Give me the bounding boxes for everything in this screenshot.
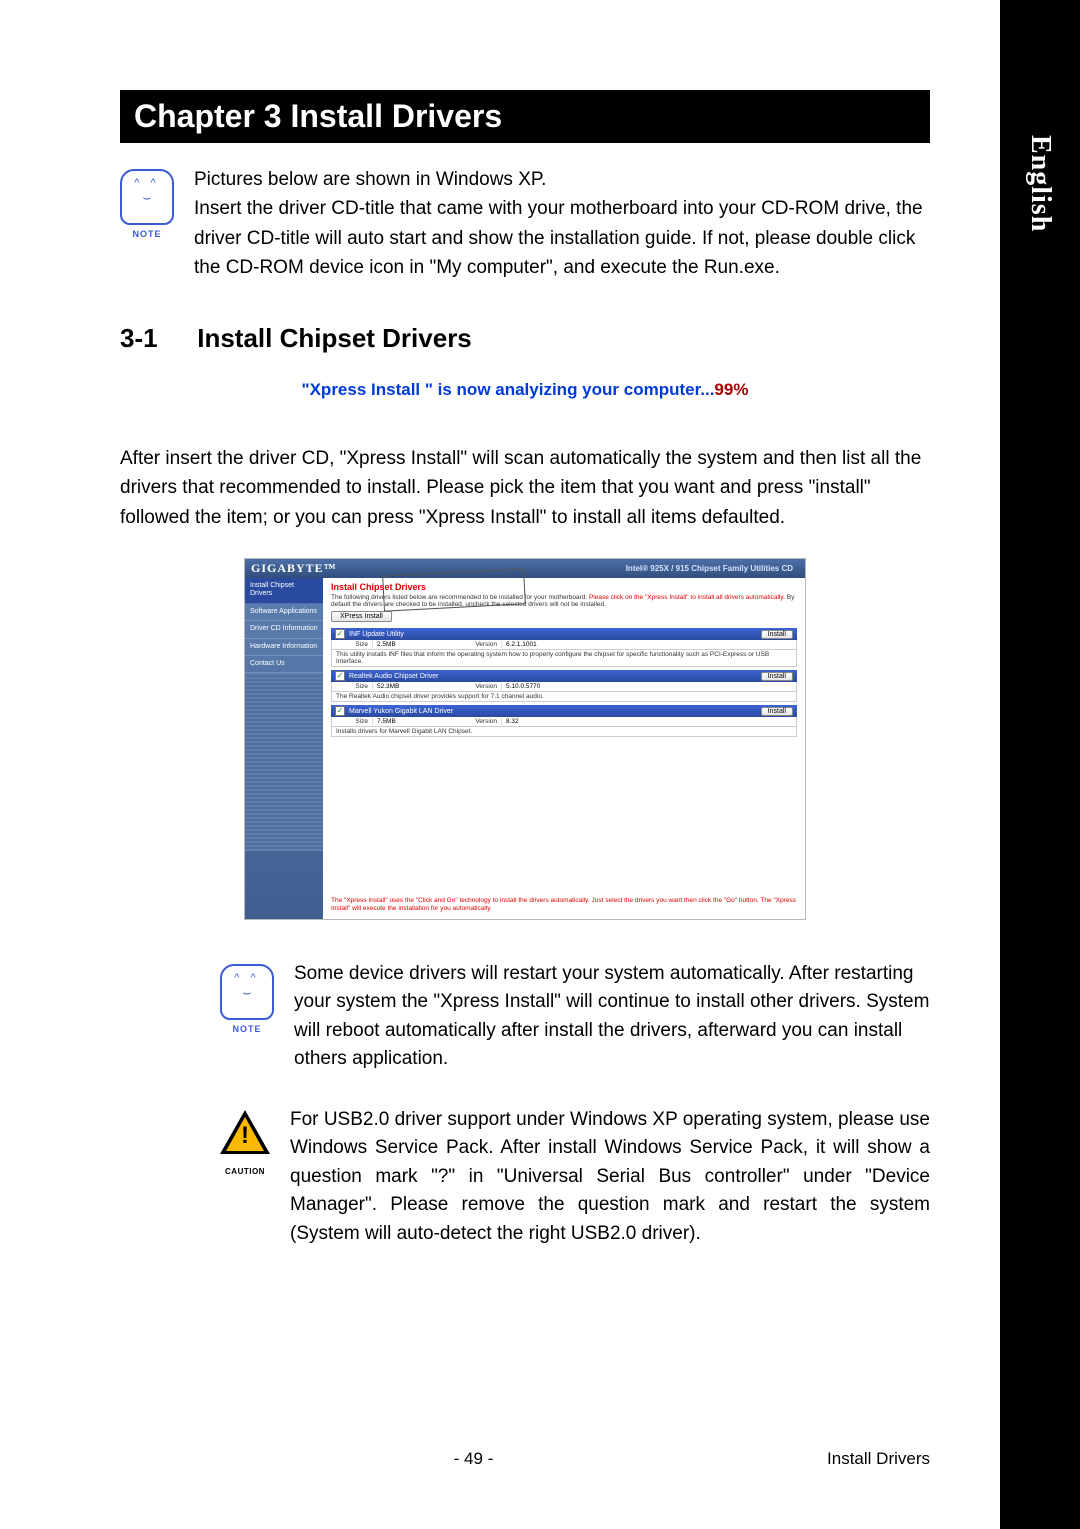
driver-meta: Size52.3MBVersion5.10.0.5770 bbox=[331, 682, 797, 692]
chapter-heading: Chapter 3 Install Drivers bbox=[120, 90, 930, 143]
analyze-status: "Xpress Install " is now analyizing your… bbox=[120, 380, 930, 400]
note-icon: NOTE bbox=[220, 964, 274, 1020]
section-heading: 3-1 Install Chipset Drivers bbox=[120, 323, 930, 354]
page-number: - 49 - bbox=[454, 1449, 494, 1469]
install-button[interactable]: Install bbox=[761, 707, 793, 716]
driver-desc: This utility installs INF files that inf… bbox=[331, 650, 797, 667]
caution-icon: ! CAUTION bbox=[220, 1110, 270, 1162]
sidebar-hardware-info[interactable]: Hardware Information bbox=[245, 639, 323, 656]
installer-sidebar: Install Chipset Drivers Software Applica… bbox=[245, 578, 323, 919]
driver-checkbox[interactable]: ✓ bbox=[335, 706, 345, 716]
driver-block: ✓ Marvell Yukon Gigabit LAN Driver Install… bbox=[331, 705, 797, 737]
caution-label: CAUTION bbox=[220, 1167, 270, 1176]
footer-section-title: Install Drivers bbox=[827, 1449, 930, 1469]
intro-note: Pictures below are shown in Windows XP. … bbox=[194, 165, 930, 283]
driver-name: Marvell Yukon Gigabit LAN Driver bbox=[349, 708, 453, 715]
note-label: NOTE bbox=[222, 1024, 272, 1034]
section-title: Install Chipset Drivers bbox=[197, 323, 472, 353]
driver-checkbox[interactable]: ✓ bbox=[335, 671, 345, 681]
driver-block: ✓ INF Update Utility InstallSize2.5MBVersi… bbox=[331, 628, 797, 667]
driver-bar: ✓ Marvell Yukon Gigabit LAN Driver Install bbox=[331, 705, 797, 717]
restart-note: Some device drivers will restart your sy… bbox=[294, 960, 930, 1074]
after-insert-paragraph: After insert the driver CD, "Xpress Inst… bbox=[120, 444, 930, 532]
driver-name: INF Update Utility bbox=[349, 631, 404, 638]
sidebar-install-chipset[interactable]: Install Chipset Drivers bbox=[245, 578, 323, 604]
driver-checkbox[interactable]: ✓ bbox=[335, 629, 345, 639]
drivers-title: Install Chipset Drivers bbox=[331, 582, 797, 592]
note-icon: NOTE bbox=[120, 169, 174, 225]
section-number: 3-1 bbox=[120, 323, 190, 354]
sidebar-drivercd-info[interactable]: Driver CD Information bbox=[245, 621, 323, 638]
cd-title: Intel® 925X / 915 Chipset Family Utiliti… bbox=[337, 564, 799, 573]
driver-meta: Size2.5MBVersion6.2.1.1001 bbox=[331, 640, 797, 650]
installer-screenshot: GIGABYTE™ Intel® 925X / 915 Chipset Fami… bbox=[244, 558, 806, 920]
driver-block: ✓ Realtek Audio Chipset Driver InstallSize… bbox=[331, 670, 797, 702]
usb-caution-text: For USB2.0 driver support under Windows … bbox=[290, 1106, 930, 1249]
driver-meta: Size7.5MBVersion8.32 bbox=[331, 717, 797, 727]
driver-bar: ✓ INF Update Utility Install bbox=[331, 628, 797, 640]
installer-footer-note: The "Xpress Install" uses the "Click and… bbox=[323, 894, 805, 919]
drivers-desc: The following drivers listed below are r… bbox=[331, 594, 797, 608]
driver-name: Realtek Audio Chipset Driver bbox=[349, 673, 439, 680]
driver-desc: Installs drivers for Marvell Gigabit LAN… bbox=[331, 727, 797, 737]
driver-desc: The Realtek Audio chipset driver provide… bbox=[331, 692, 797, 702]
page-footer: - 49 - Install Drivers bbox=[120, 1449, 930, 1469]
sidebar-filler bbox=[245, 673, 323, 851]
sidebar-software-apps[interactable]: Software Applications bbox=[245, 604, 323, 621]
xpress-install-button[interactable]: XPress Install bbox=[331, 611, 392, 622]
sidebar-contact-us[interactable]: Contact Us bbox=[245, 656, 323, 673]
note-label: NOTE bbox=[122, 229, 172, 239]
driver-bar: ✓ Realtek Audio Chipset Driver Install bbox=[331, 670, 797, 682]
language-tab: English bbox=[1024, 135, 1056, 232]
install-button[interactable]: Install bbox=[761, 630, 793, 639]
brand-logo: GIGABYTE™ bbox=[251, 561, 337, 576]
install-button[interactable]: Install bbox=[761, 672, 793, 681]
